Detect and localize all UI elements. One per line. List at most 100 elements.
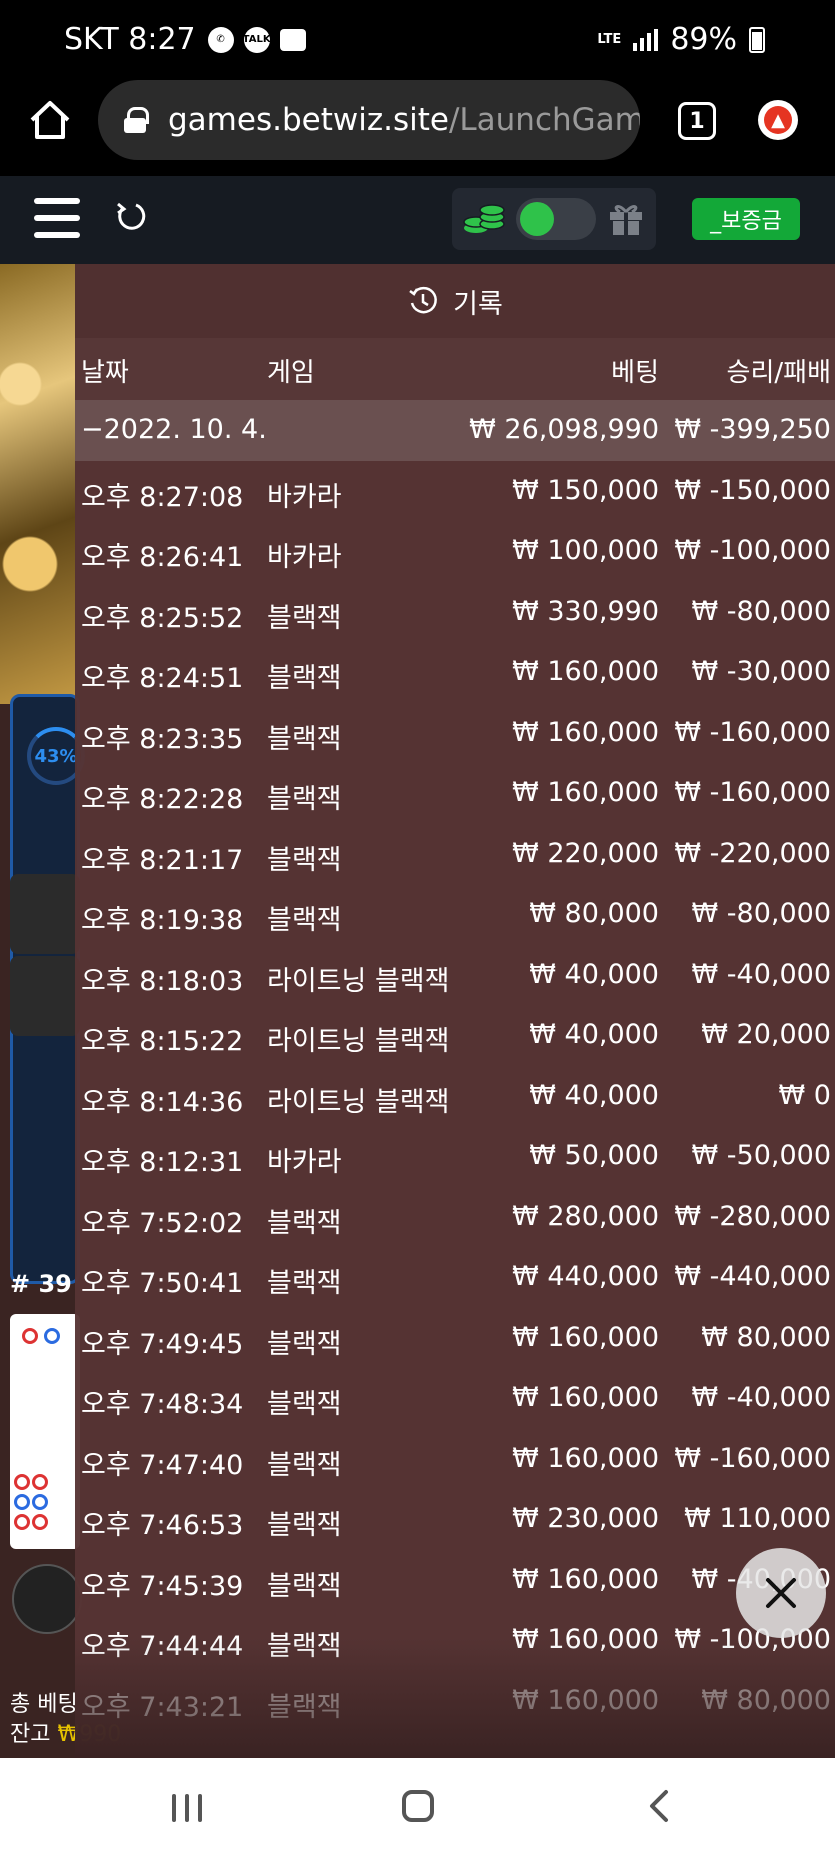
row-bet: ₩ 230,000: [512, 1503, 659, 1534]
coins-icon[interactable]: [462, 202, 506, 238]
row-result: ₩ -40,000: [691, 1382, 832, 1413]
row-bet: ₩ 160,000: [512, 1442, 659, 1474]
row-time: 오후 8:23:35: [81, 723, 244, 755]
row-time: 오후 7:50:41: [81, 1268, 244, 1299]
history-column-headers: 날짜 게임 베팅 승리/패배: [75, 338, 835, 400]
side-button[interactable]: [10, 956, 80, 1036]
history-row[interactable]: 오후 7:45:39블랙잭₩ 160,000₩ -40,000: [75, 1550, 835, 1611]
row-game: 블랙잭: [267, 1510, 342, 1541]
row-bet: ₩ 440,000: [512, 1261, 659, 1292]
lte-icon: LTE: [597, 31, 622, 47]
refresh-icon[interactable]: [114, 200, 148, 234]
row-bet: ₩ 150,000: [512, 474, 659, 506]
row-result: ₩ 20,000: [701, 1019, 831, 1050]
history-row[interactable]: 오후 8:22:28 블랙잭 ₩ 160,000 ₩ -160,000: [75, 763, 835, 824]
update-icon[interactable]: ▲: [758, 100, 798, 140]
history-row[interactable]: 오후 7:52:02 블랙잭 ₩ 280,000 ₩ -280,000: [75, 1187, 835, 1248]
close-button[interactable]: [736, 1548, 826, 1638]
history-row[interactable]: 오후 8:12:31 바카라 ₩ 50,000 ₩ -50,000: [75, 1126, 835, 1187]
row-game: 바카라: [267, 481, 342, 513]
column-bet: 베팅: [611, 358, 659, 388]
balance-label: 잔고: [10, 1722, 51, 1747]
row-game: 블랙잭: [267, 1691, 342, 1723]
row-time: 오후 7:44:44: [81, 1631, 244, 1662]
home-icon[interactable]: [28, 98, 72, 142]
row-bet: ₩ 160,000: [512, 1624, 659, 1655]
row-game: 바카라: [267, 1147, 342, 1178]
history-row[interactable]: 오후 8:26:41 바카라 ₩ 100,000 ₩ -100,000: [75, 521, 835, 582]
carrier-time: SKT 8:27: [64, 22, 196, 57]
lock-icon: [124, 107, 149, 133]
history-row[interactable]: 오후 8:23:35 블랙잭 ₩ 160,000 ₩ -160,000: [75, 703, 835, 764]
kakao-talk-icon: TALK: [243, 26, 271, 53]
menu-icon[interactable]: [34, 198, 80, 238]
row-game: 블랙잭: [267, 1207, 342, 1239]
row-time: 오후 8:26:41: [81, 542, 244, 573]
history-row[interactable]: 오후 8:14:36 라이트닝 블랙잭 ₩ 40,000 ₩ 0: [75, 1066, 835, 1127]
history-title: 기록: [453, 288, 503, 320]
row-result: ₩ -80,000: [691, 898, 832, 929]
scoreboard: [10, 1314, 80, 1549]
row-game: 라이트닝 블랙잭: [267, 1086, 450, 1118]
row-time: 오후 8:14:36: [81, 1086, 244, 1118]
history-row[interactable]: 오후 7:47:40 블랙잭 ₩ 160,000 ₩ -160,000: [75, 1429, 835, 1490]
deposit-button[interactable]: _보증금: [692, 198, 800, 240]
history-row[interactable]: 오후 8:18:03 라이트닝 블랙잭 ₩ 40,000 ₩ -40,000: [75, 945, 835, 1006]
row-result: ₩ 0: [778, 1079, 831, 1111]
column-date: 날짜: [81, 358, 129, 388]
table-decor: [0, 264, 75, 704]
row-game: 블랙잭: [267, 1449, 342, 1481]
date-summary-row[interactable]: −2022. 10. 4. ₩ 26,098,990 ₩ -399,250: [75, 400, 835, 461]
status-bar: SKT 8:27 ✆ TALK LTE 89%: [0, 0, 835, 80]
row-time: 오후 7:45:39: [81, 1570, 244, 1602]
history-row[interactable]: 오후 7:43:21 블랙잭 ₩ 160,000 ₩ 80,000: [75, 1671, 835, 1732]
history-row[interactable]: 오후 7:50:41 블랙잭 ₩ 440,000 ₩ -440,000: [75, 1247, 835, 1308]
row-game: 라이트닝 블랙잭: [267, 1026, 450, 1057]
row-result: ₩ -160,000: [674, 716, 831, 748]
row-result: ₩ -80,000: [691, 595, 832, 627]
chip-toggle[interactable]: [516, 198, 596, 240]
row-result: ₩ 80,000: [701, 1684, 831, 1716]
history-row[interactable]: 오후 8:27:08 바카라 ₩ 150,000 ₩ -150,000: [75, 461, 835, 522]
battery-icon: [749, 26, 765, 53]
notification-icons: ✆ TALK: [207, 26, 306, 53]
row-bet: ₩ 40,000: [529, 1079, 659, 1111]
history-row[interactable]: 오후 8:15:22 라이트닝 블랙잭 ₩ 40,000 ₩ 20,000: [75, 1005, 835, 1066]
history-row[interactable]: 오후 7:48:34 블랙잭 ₩ 160,000 ₩ -40,000: [75, 1368, 835, 1429]
browser-toolbar: games.betwiz.site/LaunchGam 1 ▲: [0, 80, 835, 176]
status-right: LTE 89%: [597, 22, 765, 57]
row-bet: ₩ 220,000: [512, 837, 659, 869]
row-time: 오후 8:24:51: [81, 663, 244, 694]
row-game: 라이트닝 블랙잭: [267, 965, 450, 997]
side-button[interactable]: [10, 874, 80, 954]
chip-button[interactable]: [12, 1564, 82, 1634]
nav-home-icon[interactable]: [402, 1790, 434, 1822]
row-result: ₩ -50,000: [691, 1140, 832, 1171]
gift-icon[interactable]: [608, 202, 644, 236]
history-row[interactable]: 오후 7:46:53 블랙잭 ₩ 230,000 ₩ 110,000: [75, 1489, 835, 1550]
status-left: SKT 8:27 ✆ TALK: [64, 22, 306, 57]
recents-icon[interactable]: [172, 1794, 202, 1822]
row-game: 블랙잭: [267, 723, 342, 755]
row-game: 블랙잭: [267, 1631, 342, 1662]
url-bar[interactable]: games.betwiz.site/LaunchGam: [98, 80, 640, 160]
tabs-icon[interactable]: 1: [678, 102, 716, 140]
round-number: # 39: [10, 1270, 72, 1298]
history-row[interactable]: 오후 8:25:52 블랙잭 ₩ 330,990 ₩ -80,000: [75, 582, 835, 643]
history-row[interactable]: 오후 8:19:38 블랙잭 ₩ 80,000 ₩ -80,000: [75, 884, 835, 945]
back-icon[interactable]: [642, 1788, 678, 1824]
history-row[interactable]: 오후 8:21:17 블랙잭 ₩ 220,000 ₩ -220,000: [75, 824, 835, 885]
message-icon: [279, 28, 306, 51]
history-row[interactable]: 오후 8:24:51 블랙잭 ₩ 160,000 ₩ -30,000: [75, 642, 835, 703]
android-nav-bar: [0, 1758, 835, 1856]
row-time: 오후 7:48:34: [81, 1389, 244, 1420]
row-result: ₩ -160,000: [674, 1442, 831, 1474]
row-time: 오후 7:52:02: [81, 1207, 244, 1239]
history-row[interactable]: 오후 7:49:45 블랙잭 ₩ 160,000 ₩ 80,000: [75, 1308, 835, 1369]
row-time: 오후 8:22:28: [81, 784, 244, 815]
history-panel: 기록 날짜 게임 베팅 승리/패배 −2022. 10. 4. ₩ 26,098…: [75, 264, 835, 1758]
row-game: 바카라: [267, 542, 342, 573]
close-icon: [766, 1578, 796, 1608]
column-game: 게임: [267, 358, 315, 388]
history-row[interactable]: 오후 7:44:44 블랙잭 ₩ 160,000 ₩ -100,000: [75, 1610, 835, 1671]
